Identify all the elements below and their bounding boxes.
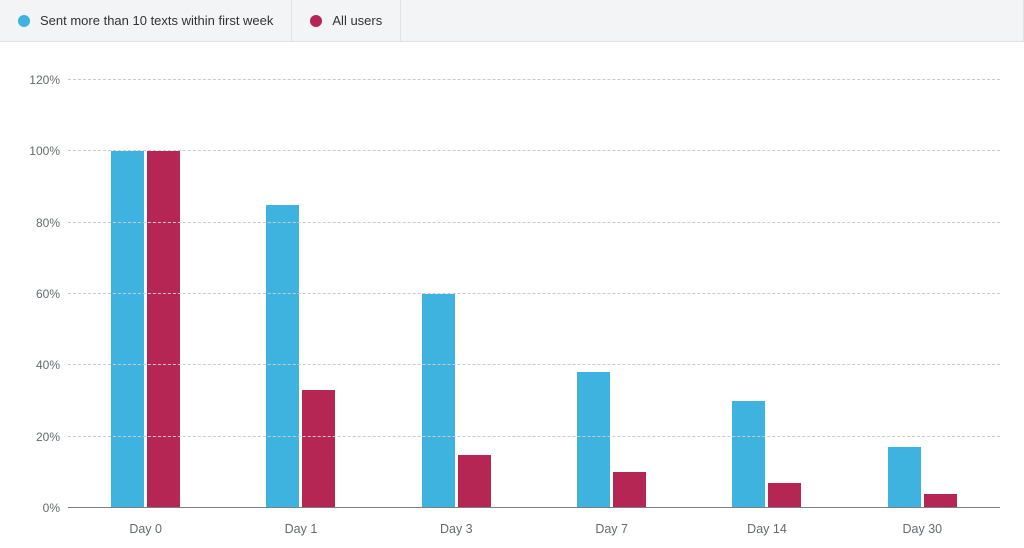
- grid-line: [68, 150, 1000, 151]
- bar[interactable]: [577, 372, 610, 508]
- bar-group: Day 14: [689, 80, 844, 508]
- y-axis-label: 40%: [20, 358, 60, 372]
- bar[interactable]: [888, 447, 921, 508]
- x-axis-label: Day 30: [845, 522, 1000, 536]
- y-axis-label: 120%: [20, 73, 60, 87]
- y-axis-label: 60%: [20, 287, 60, 301]
- bar-groups: Day 0Day 1Day 3Day 7Day 14Day 30: [68, 80, 1000, 508]
- x-axis-label: Day 3: [379, 522, 534, 536]
- bar[interactable]: [266, 205, 299, 508]
- y-axis-label: 80%: [20, 216, 60, 230]
- bar[interactable]: [924, 494, 957, 508]
- bar[interactable]: [768, 483, 801, 508]
- grid-line: [68, 222, 1000, 223]
- y-axis-label: 100%: [20, 144, 60, 158]
- bar-group: Day 7: [534, 80, 689, 508]
- grid-line: [68, 79, 1000, 80]
- grid-line: [68, 507, 1000, 508]
- legend-item-all-users[interactable]: All users: [292, 0, 401, 41]
- legend-spacer: [401, 0, 1024, 41]
- x-axis-label: Day 14: [689, 522, 844, 536]
- bar[interactable]: [613, 472, 646, 508]
- legend-label: All users: [332, 13, 382, 28]
- plot-region: Day 0Day 1Day 3Day 7Day 14Day 30 0%20%40…: [68, 80, 1000, 508]
- bar-group: Day 30: [845, 80, 1000, 508]
- x-axis-label: Day 1: [223, 522, 378, 536]
- grid-line: [68, 436, 1000, 437]
- grid-line: [68, 364, 1000, 365]
- bar[interactable]: [111, 151, 144, 508]
- y-axis-label: 20%: [20, 430, 60, 444]
- bar[interactable]: [422, 294, 455, 508]
- legend-bar: Sent more than 10 texts within first wee…: [0, 0, 1024, 42]
- legend-label: Sent more than 10 texts within first wee…: [40, 13, 273, 28]
- bar-group: Day 1: [223, 80, 378, 508]
- legend-swatch-icon: [310, 15, 322, 27]
- legend-item-sent-more[interactable]: Sent more than 10 texts within first wee…: [0, 0, 292, 41]
- chart-area: Day 0Day 1Day 3Day 7Day 14Day 30 0% 20% 40…: [0, 42, 1024, 548]
- chart-container: Sent more than 10 texts within first wee…: [0, 0, 1024, 548]
- bar[interactable]: [147, 151, 180, 508]
- x-axis-label: Day 7: [534, 522, 689, 536]
- grid-line: [68, 293, 1000, 294]
- y-axis-label: 0%: [20, 501, 60, 515]
- bar-group: Day 3: [379, 80, 534, 508]
- bar[interactable]: [732, 401, 765, 508]
- x-axis-label: Day 0: [68, 522, 223, 536]
- bar[interactable]: [458, 455, 491, 509]
- legend-swatch-icon: [18, 15, 30, 27]
- bar-group: Day 0: [68, 80, 223, 508]
- bar[interactable]: [302, 390, 335, 508]
